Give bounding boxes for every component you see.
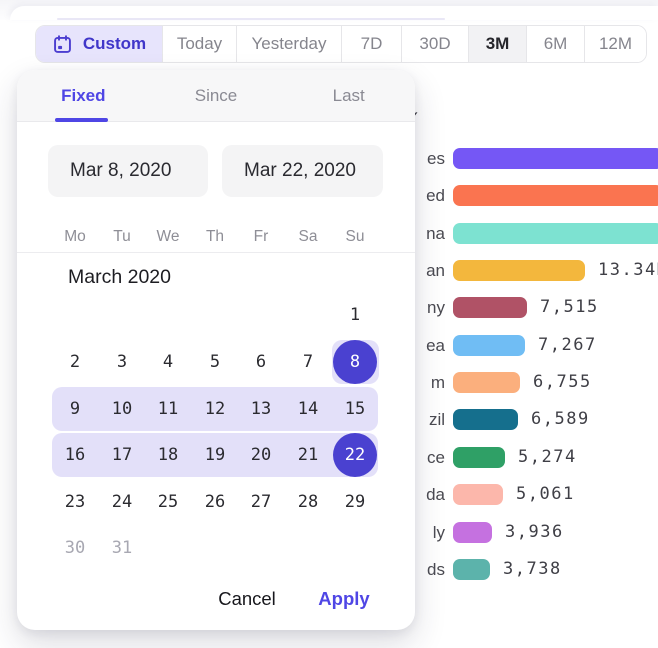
- calendar-icon: [52, 34, 73, 55]
- day-cell-31[interactable]: 31: [99, 526, 146, 570]
- day-cell-18[interactable]: 18: [145, 433, 192, 477]
- preset-30d-button[interactable]: 30D: [402, 26, 469, 62]
- preset-custom-button[interactable]: Custom: [36, 26, 163, 62]
- apply-button[interactable]: Apply: [296, 585, 392, 613]
- chart-row-label: ny: [427, 297, 445, 318]
- tab-since[interactable]: Since: [150, 70, 283, 121]
- day-cell-29[interactable]: 29: [332, 480, 379, 524]
- month-label: March 2020: [68, 266, 171, 289]
- app-root: es ed na an 13.34K ny 7,515 ea 7,267 m 6,755 zil 6,5…: [0, 0, 658, 648]
- tab-last[interactable]: Last: [282, 70, 415, 121]
- weekday-tu: Tu: [99, 226, 146, 248]
- day-cell-27[interactable]: 27: [238, 480, 285, 524]
- day-cell-3[interactable]: 3: [99, 340, 146, 384]
- day-cell-23[interactable]: 23: [52, 480, 99, 524]
- chart-row-label: ed: [426, 185, 445, 206]
- chart-bar-value: 3,936: [505, 522, 564, 543]
- chart-bar[interactable]: [453, 185, 658, 206]
- day-cell-28[interactable]: 28: [285, 480, 332, 524]
- preset-custom-label: Custom: [83, 34, 146, 54]
- day-cell-8[interactable]: 8: [333, 340, 377, 384]
- weekday-sa: Sa: [285, 226, 332, 248]
- weekday-fr: Fr: [238, 226, 285, 248]
- picker-tab-bar: Fixed Since Last: [17, 70, 415, 122]
- chart-bar[interactable]: [453, 148, 658, 169]
- tab-fixed[interactable]: Fixed: [17, 70, 150, 121]
- cancel-button[interactable]: Cancel: [199, 585, 295, 613]
- chart-bar[interactable]: [453, 297, 527, 318]
- day-cell-21[interactable]: 21: [285, 433, 332, 477]
- chart-row-label: m: [431, 372, 445, 393]
- chart-bar[interactable]: [453, 372, 520, 393]
- day-cell-10[interactable]: 10: [99, 387, 146, 431]
- chart-bar-value: 3,738: [503, 559, 562, 580]
- chart-row-label: ea: [426, 335, 445, 356]
- day-cell-30[interactable]: 30: [52, 526, 99, 570]
- chart-bar[interactable]: [453, 447, 505, 468]
- day-cell-13[interactable]: 13: [238, 387, 285, 431]
- chart-bar[interactable]: [453, 223, 658, 244]
- day-cell-9[interactable]: 9: [52, 387, 99, 431]
- chart-bar[interactable]: [453, 484, 503, 505]
- preset-3m-button[interactable]: 3M: [469, 26, 527, 62]
- day-cell-19[interactable]: 19: [192, 433, 239, 477]
- chart-bar[interactable]: [453, 559, 490, 580]
- weekday-mo: Mo: [52, 226, 99, 248]
- chart-row-label: ds: [427, 559, 445, 580]
- chart-bar-value: 7,267: [538, 335, 597, 356]
- day-cell-14[interactable]: 14: [285, 387, 332, 431]
- day-cell-4[interactable]: 4: [145, 340, 192, 384]
- day-cell-6[interactable]: 6: [238, 340, 285, 384]
- day-cell-26[interactable]: 26: [192, 480, 239, 524]
- day-cell-1[interactable]: 1: [332, 293, 379, 337]
- weekday-th: Th: [192, 226, 239, 248]
- chart-row-label: zil: [429, 409, 445, 430]
- chart-bar-value: 5,274: [518, 447, 577, 468]
- preset-12m-button[interactable]: 12M: [585, 26, 646, 62]
- chart-bar-value: 7,515: [540, 297, 599, 318]
- weekday-we: We: [145, 226, 192, 248]
- chart-row-label: ce: [427, 447, 445, 468]
- preset-6m-button[interactable]: 6M: [527, 26, 585, 62]
- chart-row-label: an: [426, 260, 445, 281]
- chart-bar-value: 13.34K: [598, 260, 658, 281]
- chart-row-label: da: [426, 484, 445, 505]
- day-cell-7[interactable]: 7: [285, 340, 332, 384]
- day-cell-24[interactable]: 24: [99, 480, 146, 524]
- weekday-divider: [17, 252, 415, 253]
- chart-bar[interactable]: [453, 409, 518, 430]
- chart-row-label: na: [426, 223, 445, 244]
- preset-today-button[interactable]: Today: [163, 26, 237, 62]
- day-cell-2[interactable]: 2: [52, 340, 99, 384]
- day-cell-20[interactable]: 20: [238, 433, 285, 477]
- day-cell-25[interactable]: 25: [145, 480, 192, 524]
- chart-row-label: es: [427, 148, 445, 169]
- active-tab-underline: [55, 118, 108, 122]
- day-cell-17[interactable]: 17: [99, 433, 146, 477]
- day-cell-11[interactable]: 11: [145, 387, 192, 431]
- toolbar-presets: Custom TodayYesterday7D30D3M6M12M: [35, 25, 647, 63]
- start-date-input[interactable]: Mar 8, 2020: [48, 145, 208, 197]
- day-cell-16[interactable]: 16: [52, 433, 99, 477]
- day-cell-12[interactable]: 12: [192, 387, 239, 431]
- chart-bar-value: 5,061: [516, 484, 575, 505]
- day-cell-5[interactable]: 5: [192, 340, 239, 384]
- chart-bar-value: 6,755: [533, 372, 592, 393]
- chart-bar[interactable]: [453, 522, 492, 543]
- date-range-picker: Fixed Since Last Mar 8, 2020 Mar 22, 202…: [17, 70, 415, 630]
- day-cell-22[interactable]: 22: [333, 433, 377, 477]
- chart-bar[interactable]: [453, 335, 525, 356]
- weekday-su: Su: [332, 226, 379, 248]
- end-date-input[interactable]: Mar 22, 2020: [222, 145, 383, 197]
- chart-bar[interactable]: [453, 260, 585, 281]
- chart-bar-value: 6,589: [531, 409, 590, 430]
- chart-row-label: ly: [433, 522, 445, 543]
- day-cell-15[interactable]: 15: [332, 387, 379, 431]
- preset-7d-button[interactable]: 7D: [342, 26, 402, 62]
- preset-yesterday-button[interactable]: Yesterday: [237, 26, 342, 62]
